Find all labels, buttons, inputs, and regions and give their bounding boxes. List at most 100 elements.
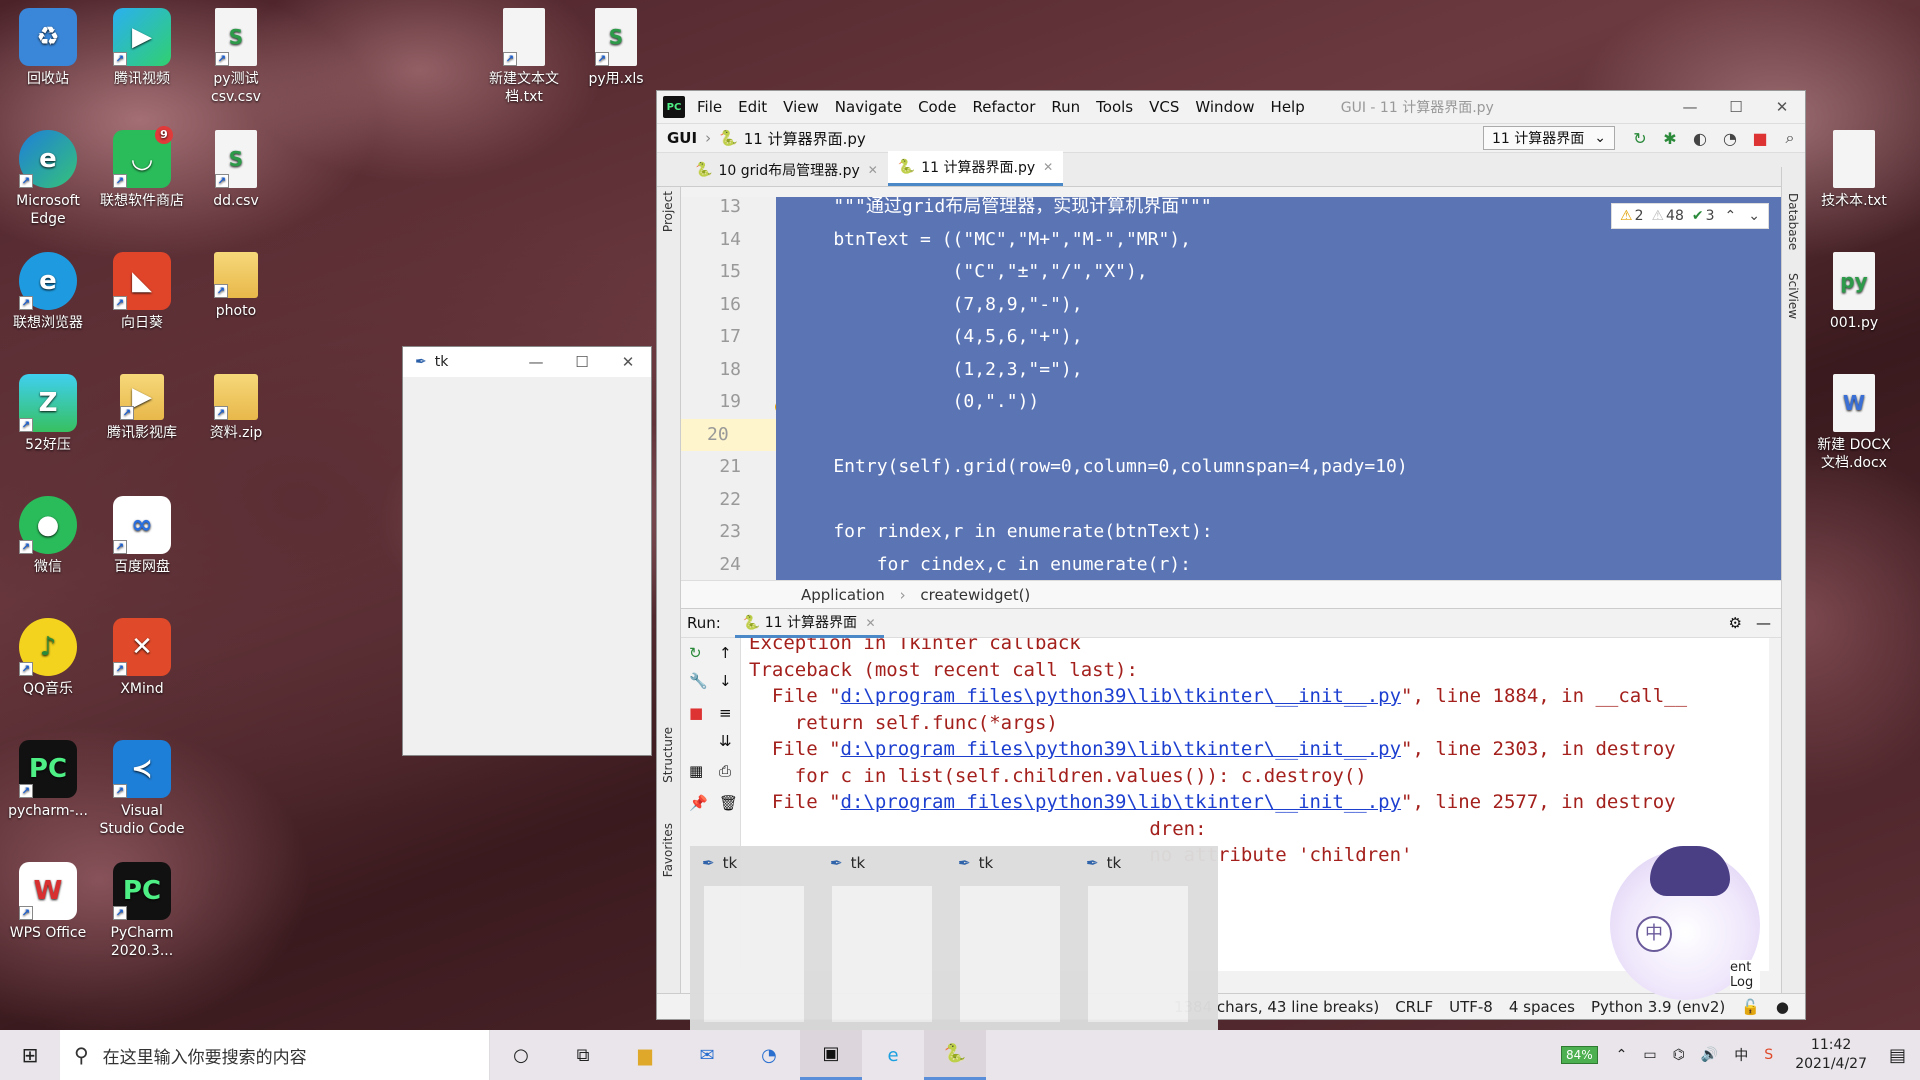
crumb-method[interactable]: createwidget() <box>920 586 1030 604</box>
tk-thumbnail[interactable]: ✒ tk <box>690 846 818 1030</box>
clock[interactable]: 11:42 2021/4/27 <box>1795 1036 1867 1074</box>
cortana-icon[interactable]: ○ <box>490 1030 552 1080</box>
desktop-icon[interactable]: ▶ ↗ 腾讯视频 <box>96 8 188 88</box>
windows-start-icon[interactable]: ⊞ <box>0 1043 60 1067</box>
tk-thumbnail[interactable]: ✒ tk <box>1074 846 1202 1030</box>
notification-icon[interactable]: ● <box>1776 998 1789 1016</box>
code-editor[interactable]: 13 14 15 16 17 18 19 20 21 22 23 24 """通过grid布局管理器，… <box>681 197 1781 580</box>
chevron-up-icon[interactable]: ⌃ <box>1725 208 1737 224</box>
desktop-icon[interactable]: ◡ 9 ↗ 联想软件商店 <box>96 126 188 210</box>
desktop-icon[interactable]: S ↗ py用.xls <box>570 8 662 88</box>
ide-close-button[interactable]: ✕ <box>1759 98 1805 116</box>
crumb-class[interactable]: Application <box>801 586 885 604</box>
status-line-separator[interactable]: CRLF <box>1395 998 1433 1016</box>
code-line[interactable]: (7,8,9,"-"), <box>776 289 1781 321</box>
battery-indicator[interactable]: 84% <box>1560 1046 1598 1064</box>
ide-maximize-button[interactable]: ☐ <box>1713 98 1759 116</box>
chevron-down-icon[interactable]: ⌄ <box>1748 208 1760 224</box>
gear-icon[interactable]: ⚙ <box>1729 614 1742 632</box>
desktop-icon[interactable]: ↗ 资料.zip <box>190 374 282 442</box>
tk-window[interactable]: ✒ tk — ☐ ✕ <box>402 346 652 756</box>
rerun-icon[interactable]: ↻ <box>1625 129 1655 148</box>
run-tab[interactable]: 🐍 11 计算器界面 ✕ <box>734 609 884 638</box>
desktop-icon[interactable]: W 新建 DOCX 文档.docx <box>1808 374 1900 472</box>
down-arrow-icon[interactable]: ↓ <box>719 672 732 690</box>
traceback-link[interactable]: d:\program files\python39\lib\tkinter\__… <box>841 791 1402 813</box>
browser-taskbar-icon[interactable]: e <box>862 1030 924 1080</box>
desktop-icon[interactable]: ◣ ↗ 向日葵 <box>96 252 188 332</box>
tk-thumbnail[interactable]: ✒ tk <box>946 846 1074 1030</box>
menu-refactor[interactable]: Refactor <box>972 98 1035 116</box>
code-line[interactable]: for cindex,c in enumerate(r): <box>776 549 1781 581</box>
desktop-icon[interactable]: ● ↗ 微信 <box>2 496 94 576</box>
profile-icon[interactable]: ◔ <box>1715 129 1745 148</box>
favorites-tool-button[interactable]: Favorites <box>661 823 675 877</box>
sogou-icon[interactable]: S <box>1764 1047 1773 1063</box>
menu-code[interactable]: Code <box>918 98 956 116</box>
layout-icon[interactable]: ▦ <box>689 762 703 780</box>
menu-navigate[interactable]: Navigate <box>835 98 902 116</box>
minimize-button[interactable]: — <box>513 353 559 371</box>
hide-panel-icon[interactable]: — <box>1756 614 1771 632</box>
menu-file[interactable]: File <box>697 98 722 116</box>
close-tab-icon[interactable]: ✕ <box>865 616 875 630</box>
breadcrumb-project[interactable]: GUI <box>667 129 697 147</box>
soft-wrap-icon[interactable]: ≡ <box>719 704 732 722</box>
code-line[interactable]: ("C","±","/","X"), <box>776 256 1781 288</box>
desktop-icon[interactable]: ▶ ↗ 腾讯影视库 <box>96 374 188 442</box>
ide-minimize-button[interactable]: — <box>1667 98 1713 116</box>
desktop-icon[interactable]: e ↗ Microsoft Edge <box>2 130 94 228</box>
maximize-button[interactable]: ☐ <box>559 353 605 371</box>
desktop-icon[interactable]: ✕ ↗ XMind <box>96 618 188 698</box>
code-area[interactable]: """通过grid布局管理器，实现计算机界面""" btnText = (("M… <box>776 197 1781 580</box>
coverage-icon[interactable]: ◐ <box>1685 129 1715 148</box>
menu-window[interactable]: Window <box>1195 98 1254 116</box>
code-line[interactable]: (0,".")) <box>776 386 1781 418</box>
status-indent[interactable]: 4 spaces <box>1509 998 1575 1016</box>
tab-grid-layout[interactable]: 🐍 10 grid布局管理器.py ✕ <box>685 154 888 186</box>
pin-icon[interactable]: 📌 <box>689 794 708 812</box>
desktop-icon[interactable]: S ↗ dd.csv <box>190 130 282 210</box>
breadcrumb-file[interactable]: 11 计算器界面.py <box>744 128 866 149</box>
lock-icon[interactable]: 🔓 <box>1741 998 1760 1016</box>
tk-thumbnail[interactable]: ✒ tk <box>818 846 946 1030</box>
search-icon[interactable]: ⌕ <box>1775 128 1805 148</box>
scroll-to-end-icon[interactable]: ⇊ <box>719 732 732 750</box>
database-tool-button[interactable]: Database <box>1786 193 1800 250</box>
desktop-icon[interactable]: ↗ 新建文本文 档.txt <box>478 8 570 106</box>
run-configuration-select[interactable]: 11 计算器界面 ⌄ <box>1483 126 1615 150</box>
python-taskbar-icon[interactable]: 🐍 <box>924 1030 986 1080</box>
desktop-icon[interactable]: ≺ ↗ Visual Studio Code <box>96 740 188 838</box>
taskbar-search-input[interactable]: ⚲ 在这里输入你要搜索的内容 <box>60 1030 490 1080</box>
event-log-label[interactable]: ent Log <box>1730 960 1760 990</box>
rerun-icon[interactable]: ↻ <box>689 644 702 662</box>
trash-icon[interactable]: 🗑 <box>719 794 738 812</box>
code-line[interactable]: (4,5,6,"+"), <box>776 321 1781 353</box>
task-view-icon[interactable]: ⧉ <box>552 1030 614 1080</box>
menu-help[interactable]: Help <box>1271 98 1305 116</box>
menu-view[interactable]: View <box>783 98 819 116</box>
close-button[interactable]: ✕ <box>605 353 651 371</box>
clock-app-icon[interactable]: ◔ <box>738 1030 800 1080</box>
volume-icon[interactable]: 🔊 <box>1701 1047 1718 1063</box>
tab-calculator[interactable]: 🐍 11 计算器界面.py ✕ <box>887 151 1064 186</box>
ime-indicator[interactable]: 中 <box>1734 1045 1748 1065</box>
notification-center-icon[interactable]: ▤ <box>1889 1045 1906 1066</box>
battery-icon[interactable]: ▭ <box>1643 1047 1656 1063</box>
desktop-icon[interactable]: ↗ photo <box>190 252 282 320</box>
menu-tools[interactable]: Tools <box>1096 98 1133 116</box>
print-icon[interactable]: ⎙ <box>719 762 731 780</box>
pycharm-taskbar-icon[interactable]: ▣ <box>800 1030 862 1080</box>
desktop-icon[interactable]: ♻ 回收站 <box>2 8 94 88</box>
code-line[interactable] <box>776 484 1781 516</box>
file-explorer-icon[interactable]: ▆ <box>614 1030 676 1080</box>
menu-run[interactable]: Run <box>1051 98 1080 116</box>
project-tool-button[interactable]: Project <box>661 191 675 232</box>
stop-icon[interactable]: ■ <box>689 704 703 722</box>
code-line[interactable] <box>776 419 1781 451</box>
desktop-icon[interactable]: PC ↗ pycharm-... <box>2 740 94 820</box>
status-interpreter[interactable]: Python 3.9 (env2) <box>1591 998 1725 1016</box>
desktop-icon[interactable]: ∞ ↗ 百度网盘 <box>96 496 188 576</box>
close-tab-icon[interactable]: ✕ <box>868 163 878 177</box>
desktop-icon[interactable]: ♪ ↗ QQ音乐 <box>2 618 94 698</box>
